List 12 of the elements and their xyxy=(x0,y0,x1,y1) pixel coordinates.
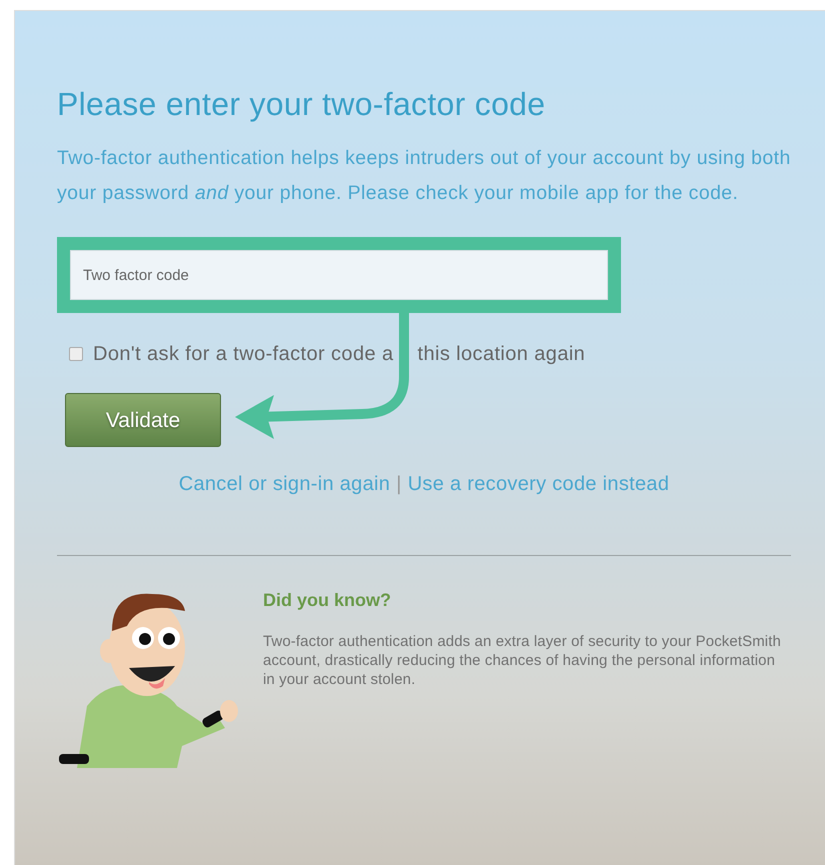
text-link[interactable]: Use a recovery code instead xyxy=(408,469,670,500)
tip-text: Two-factor authentication adds an extra layer of security to your PocketSmith account, drastically reducing the chances of having the personal information in your account stolen. xyxy=(263,632,782,689)
code-input-field[interactable]: Two factor code xyxy=(70,250,608,300)
remember-checkbox[interactable] xyxy=(69,347,83,362)
remember-label: this location again xyxy=(418,342,586,368)
text-link[interactable]: Cancel or sign-in again xyxy=(178,469,390,500)
intro-text: Two-factor authentication helps keeps intruders out of your account by using both your password and your phone. Please check your mobile app for the code. xyxy=(57,146,791,206)
tip-title: Did you know? xyxy=(263,590,392,612)
link-separator: | xyxy=(396,472,402,498)
validate-button[interactable]: Validate xyxy=(65,393,221,448)
remember-label: Don't ask for a two-factor code a xyxy=(93,342,394,368)
page-heading: Please enter your two-factor code xyxy=(57,85,546,124)
